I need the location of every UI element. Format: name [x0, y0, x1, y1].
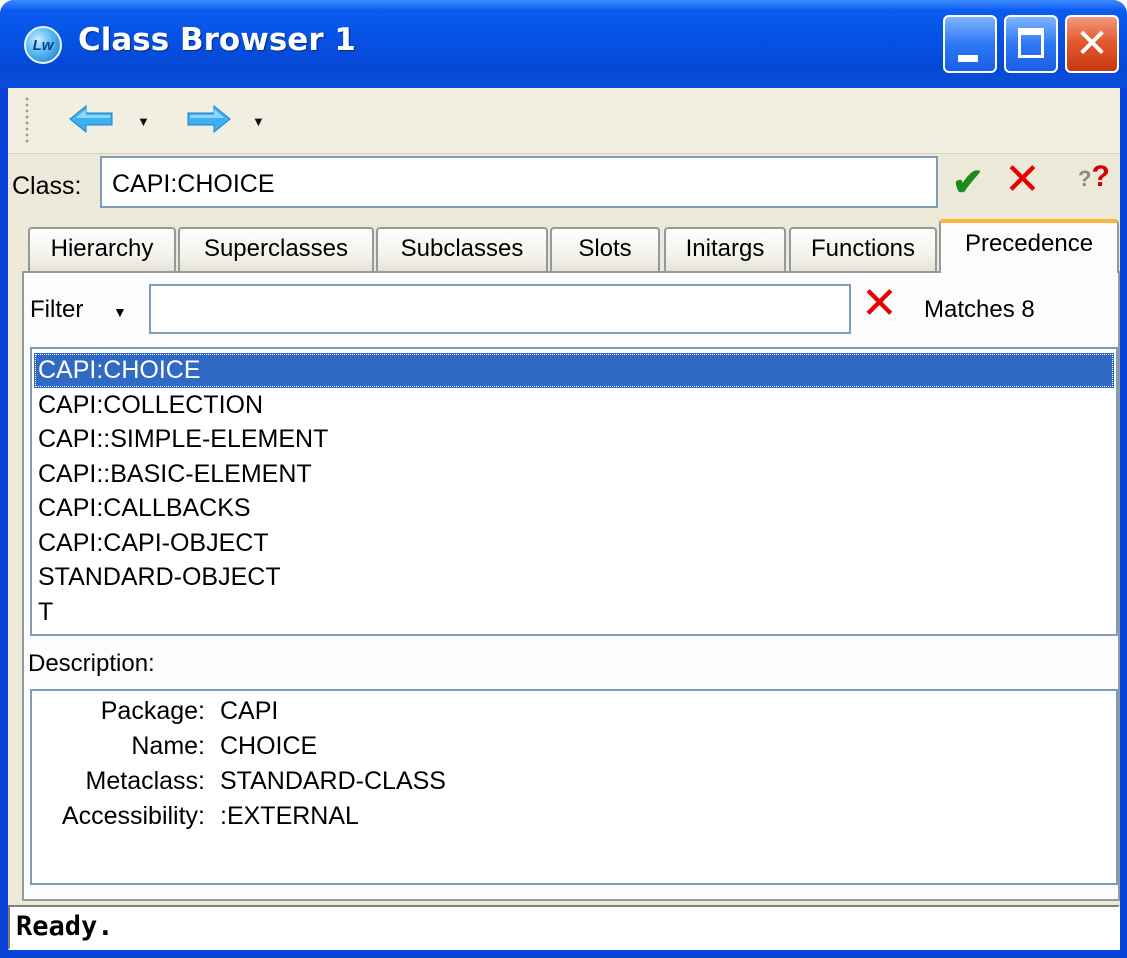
filter-label[interactable]: Filter	[30, 296, 83, 324]
property-value: CAPI	[220, 697, 279, 725]
tab-precedence[interactable]: Precedence	[939, 219, 1119, 273]
property-key: Accessibility:	[61, 802, 205, 830]
matches-count: Matches 8	[924, 296, 1035, 323]
clear-filter-icon[interactable]: ✕	[861, 278, 898, 329]
checkmark-icon[interactable]: ✔	[952, 160, 984, 205]
back-history-dropdown[interactable]: ▼	[137, 114, 150, 129]
class-input[interactable]: CAPI:CHOICE	[100, 156, 938, 208]
property-key: Package:	[100, 697, 205, 725]
red-x-icon[interactable]: ✕	[1004, 154, 1041, 205]
client-area: ▼ ▼ Class: CAPI:CHOICE ✔ ✕ ?? Hierarchy …	[8, 88, 1120, 950]
close-icon: ✕	[1075, 21, 1109, 67]
class-browser-window: Lw Class Browser 1 ✕ ▼ ▼ Class: CAPI:CHO…	[0, 0, 1127, 958]
property-value: CHOICE	[220, 732, 318, 760]
tab-initargs[interactable]: Initargs	[664, 227, 786, 271]
list-item[interactable]: CAPI:CHOICE	[34, 353, 1114, 388]
app-icon-text: Lw	[32, 36, 54, 54]
list-item[interactable]: CAPI::BASIC-ELEMENT	[34, 457, 1114, 492]
tab-functions[interactable]: Functions	[789, 227, 937, 271]
list-item[interactable]: STANDARD-OBJECT	[34, 560, 1114, 595]
filter-input[interactable]	[149, 284, 851, 334]
list-item[interactable]: CAPI::SIMPLE-ELEMENT	[34, 422, 1114, 457]
list-item[interactable]: CAPI:CAPI-OBJECT	[34, 526, 1114, 561]
property-value: STANDARD-CLASS	[220, 767, 446, 795]
description-label: Description:	[28, 650, 155, 677]
back-arrow-icon[interactable]	[68, 104, 116, 134]
tab-superclasses[interactable]: Superclasses	[178, 227, 374, 271]
list-item[interactable]: T	[34, 595, 1114, 630]
window-title: Class Browser 1	[78, 22, 356, 58]
close-button[interactable]: ✕	[1065, 15, 1119, 73]
property-key: Metaclass:	[85, 767, 205, 795]
property-value: :EXTERNAL	[220, 802, 359, 830]
precedence-list[interactable]: CAPI:CHOICE CAPI:COLLECTION CAPI::SIMPLE…	[30, 347, 1118, 636]
description-box[interactable]: Package: CAPI Name: CHOICE Metaclass: ST…	[30, 689, 1118, 885]
maximize-icon	[1018, 28, 1044, 58]
minimize-icon	[958, 55, 978, 62]
filter-dropdown-icon[interactable]: ▼	[113, 304, 127, 320]
tab-subclasses[interactable]: Subclasses	[376, 227, 548, 271]
toolbar-grip[interactable]	[24, 96, 30, 144]
forward-history-dropdown[interactable]: ▼	[252, 114, 265, 129]
property-key: Name:	[131, 732, 205, 760]
forward-arrow-icon[interactable]	[184, 104, 232, 134]
class-label: Class:	[12, 172, 82, 200]
status-bar: Ready.	[8, 905, 1120, 950]
minimize-button[interactable]	[943, 15, 997, 73]
tab-hierarchy[interactable]: Hierarchy	[28, 227, 176, 271]
lispworks-app-icon[interactable]: Lw	[24, 26, 62, 64]
help-icon[interactable]: ??	[1078, 160, 1110, 194]
list-item[interactable]: CAPI:CALLBACKS	[34, 491, 1114, 526]
title-bar[interactable]: Lw Class Browser 1 ✕	[0, 0, 1127, 88]
list-item[interactable]: CAPI:COLLECTION	[34, 388, 1114, 423]
tab-slots[interactable]: Slots	[550, 227, 660, 271]
toolbar: ▼ ▼	[8, 88, 1120, 154]
maximize-button[interactable]	[1004, 15, 1058, 73]
